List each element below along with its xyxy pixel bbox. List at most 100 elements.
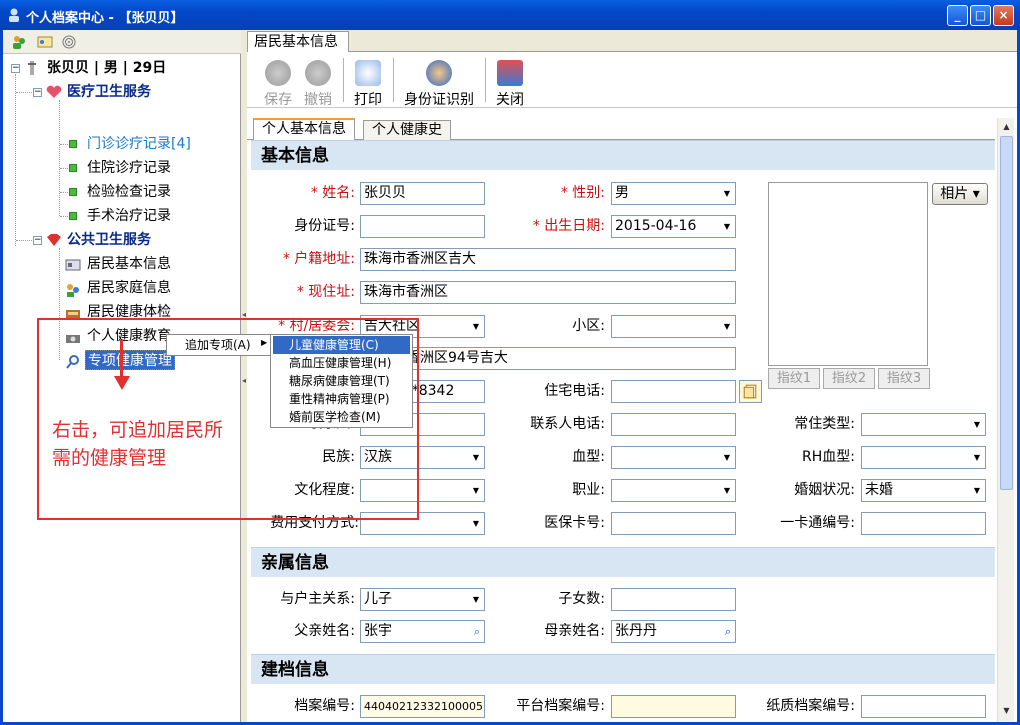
insurance-card-input[interactable]	[611, 512, 736, 535]
undo-icon	[305, 60, 331, 86]
community-select[interactable]	[611, 315, 736, 338]
tab-basic-info[interactable]: 个人基本信息	[253, 118, 355, 141]
tree-item-surgery[interactable]: 手术治疗记录	[87, 206, 171, 226]
contact-phone-label: 联系人电话:	[530, 416, 605, 432]
close-button[interactable]: 关闭	[493, 58, 527, 108]
scroll-down-icon[interactable]: ▼	[999, 703, 1014, 718]
relation-label: 与户主关系:	[280, 591, 355, 607]
heart-icon	[46, 85, 62, 98]
hukou-label: 户籍地址:	[294, 251, 355, 267]
blood-type-select[interactable]	[611, 446, 736, 469]
app-icon	[9, 8, 19, 22]
contact-phone-input[interactable]	[611, 413, 736, 436]
platform-no-label: 平台档案编号:	[516, 698, 605, 714]
mother-name-input[interactable]: 张丹丹	[611, 620, 736, 643]
nav-toolbar	[3, 30, 241, 54]
document-tabbar: 居民基本信息	[247, 30, 1017, 52]
scroll-thumb[interactable]	[1000, 136, 1013, 490]
section-archive: 建档信息	[251, 654, 995, 684]
home-phone-input[interactable]	[611, 380, 736, 403]
tree-item-lab[interactable]: 检验检查记录	[87, 182, 171, 202]
dob-label: 出生日期:	[544, 218, 605, 234]
annotation-arrowhead	[114, 376, 130, 390]
section-basic-info: 基本信息	[251, 140, 995, 170]
relation-select[interactable]: 儿子	[360, 588, 485, 611]
home-phone-label: 住宅电话:	[544, 383, 605, 399]
print-button[interactable]: 打印	[351, 58, 385, 108]
gem-icon	[47, 234, 61, 246]
id-number-input[interactable]	[360, 215, 485, 238]
paper-no-input[interactable]	[861, 695, 986, 718]
occupation-label: 职业:	[572, 482, 605, 498]
exit-icon	[497, 60, 523, 86]
dob-picker[interactable]: 2015-04-16	[611, 215, 736, 238]
save-button[interactable]: 保存	[261, 58, 295, 108]
maximize-button[interactable]: □	[970, 5, 991, 26]
copy-icon[interactable]	[739, 380, 762, 403]
platform-no-input[interactable]	[611, 695, 736, 718]
save-icon	[265, 60, 291, 86]
father-name-input[interactable]: 张宇	[360, 620, 485, 643]
id-card-icon	[65, 259, 81, 271]
residence-type-label: 常住类型:	[794, 416, 855, 432]
person-card-icon	[28, 61, 36, 75]
current-address-input[interactable]: 珠海市香洲区	[360, 281, 736, 304]
marital-select[interactable]: 未婚	[861, 479, 986, 502]
father-name-label: 父亲姓名:	[294, 623, 355, 639]
collapse-root-icon[interactable]: −	[11, 64, 20, 73]
onecard-label: 一卡通编号:	[780, 515, 855, 531]
tab-health-history[interactable]: 个人健康史	[363, 120, 451, 140]
tree-item-basic-info[interactable]: 居民基本信息	[87, 254, 171, 274]
photo-box[interactable]	[768, 182, 928, 366]
gender-label: 性别:	[572, 185, 605, 201]
window-titlebar: 个人档案中心 - 【张贝贝】 _ □ ×	[0, 0, 1020, 30]
children-count-input[interactable]	[611, 588, 736, 611]
name-input[interactable]: 张贝贝	[360, 182, 485, 205]
tree-item-inpatient[interactable]: 住院诊疗记录	[87, 158, 171, 178]
collapse-medical-icon[interactable]: −	[33, 88, 42, 97]
tree-group-medical[interactable]: 医疗卫生服务	[67, 82, 151, 102]
people-icon[interactable]	[11, 34, 27, 50]
toolbar: 保存 撤销 打印 身份证识别 关闭	[247, 52, 1017, 108]
residence-type-select[interactable]	[861, 413, 986, 436]
fingerprint-3-button[interactable]: 指纹3	[878, 368, 930, 389]
tree-group-public[interactable]: 公共卫生服务	[67, 230, 151, 250]
annotation-arrow	[120, 340, 123, 380]
community-label: 小区:	[572, 318, 605, 334]
archive-no-input[interactable]: 44040212332100005	[360, 695, 485, 718]
card-icon[interactable]	[37, 34, 53, 50]
marital-label: 婚姻状况:	[794, 482, 855, 498]
rh-blood-label: RH血型:	[802, 449, 855, 465]
fingerprint-icon[interactable]	[61, 34, 77, 50]
close-window-button[interactable]: ×	[993, 5, 1014, 26]
rh-blood-select[interactable]	[861, 446, 986, 469]
tree-item-family[interactable]: 居民家庭信息	[87, 278, 171, 298]
doc-tab-basic-info[interactable]: 居民基本信息	[247, 31, 349, 52]
current-address-label: 现住址:	[308, 284, 355, 300]
cancel-button[interactable]: 撤销	[301, 58, 335, 108]
gender-select[interactable]: 男	[611, 182, 736, 205]
fingerprint-1-button[interactable]: 指纹1	[768, 368, 820, 389]
photo-button[interactable]: 相片 ▾	[932, 183, 988, 205]
tree-root-label[interactable]: 张贝贝 | 男 | 29日	[47, 58, 166, 78]
onecard-input[interactable]	[861, 512, 986, 535]
section-relatives: 亲属信息	[251, 547, 995, 577]
children-count-label: 子女数:	[558, 591, 605, 607]
insurance-card-label: 医保卡号:	[544, 515, 605, 531]
printer-icon	[355, 60, 381, 86]
mother-name-label: 母亲姓名:	[544, 623, 605, 639]
collapse-public-icon[interactable]: −	[33, 236, 42, 245]
name-label: 姓名:	[322, 185, 355, 201]
minimize-button[interactable]: _	[947, 5, 968, 26]
person-icon	[426, 60, 452, 86]
tree-item-outpatient[interactable]: 门诊诊疗记录[4]	[87, 134, 191, 154]
window-title: 个人档案中心 - 【张贝贝】	[26, 11, 184, 26]
form-tabs: 个人基本信息 个人健康史	[247, 118, 995, 141]
occupation-select[interactable]	[611, 479, 736, 502]
vertical-scrollbar[interactable]: ▲ ▼	[997, 118, 1014, 722]
scroll-up-icon[interactable]: ▲	[999, 119, 1014, 134]
id-card-recognize-button[interactable]: 身份证识别	[401, 58, 477, 108]
hukou-input[interactable]: 珠海市香洲区吉大	[360, 248, 736, 271]
archive-no-label: 档案编号:	[294, 698, 355, 714]
fingerprint-2-button[interactable]: 指纹2	[823, 368, 875, 389]
